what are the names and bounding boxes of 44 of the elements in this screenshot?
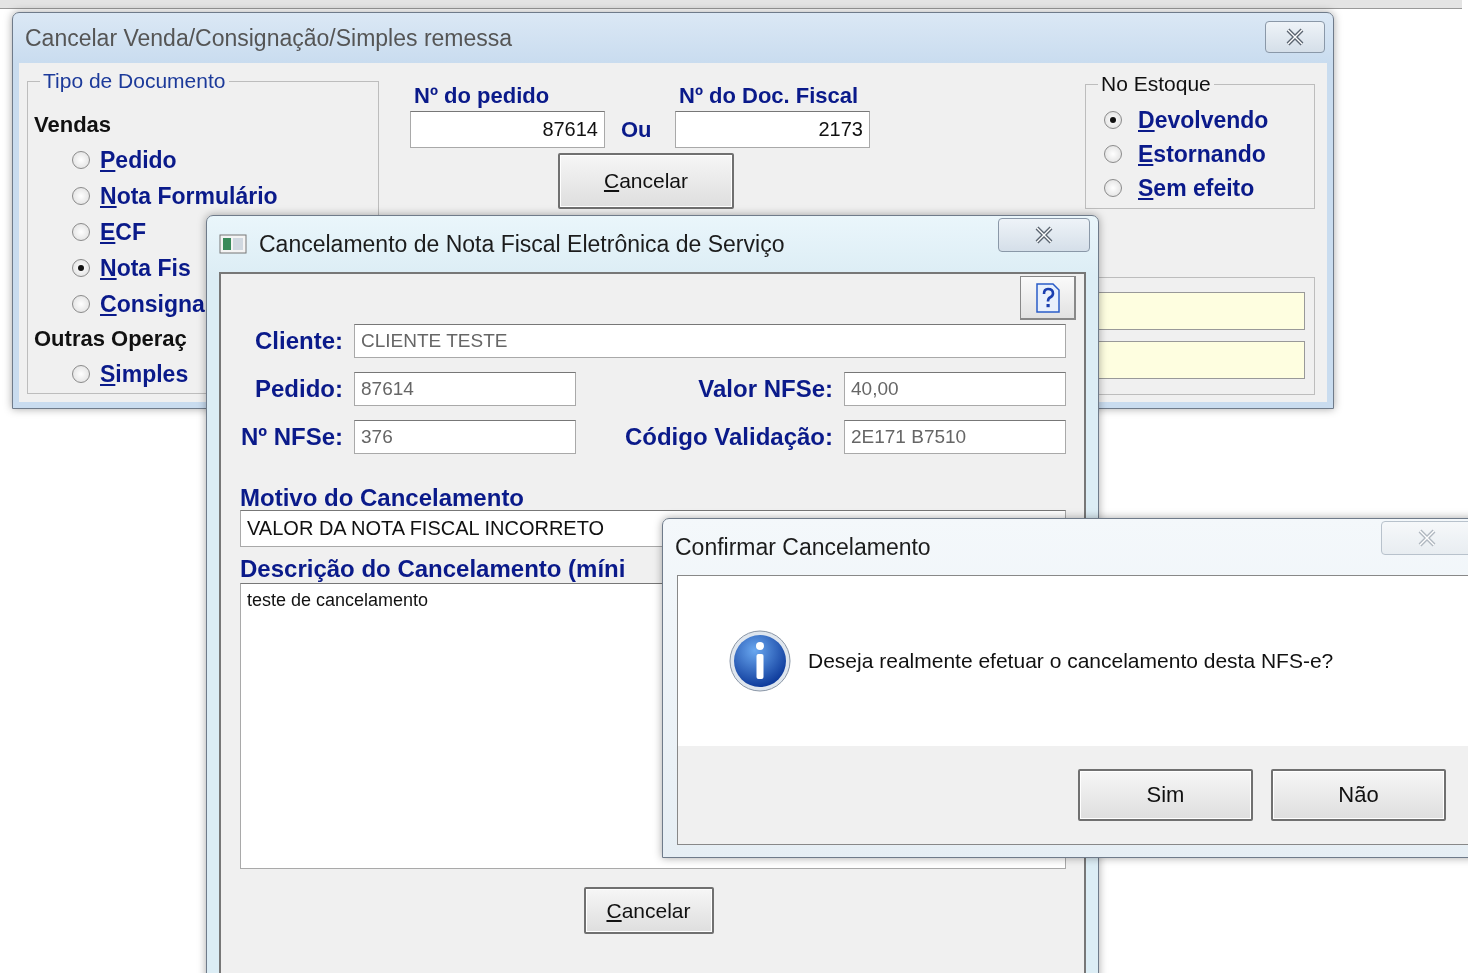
- close-button[interactable]: [998, 218, 1090, 252]
- field-label: Cliente:: [254, 327, 343, 355]
- radio-button[interactable]: [72, 295, 90, 313]
- radio-label[interactable]: Simples: [100, 360, 189, 388]
- radio-button[interactable]: [1104, 145, 1122, 163]
- radio-button[interactable]: [72, 151, 90, 169]
- field-label: Nº NFSe:: [239, 423, 343, 451]
- cancel-button[interactable]: Cancelar: [558, 153, 734, 209]
- radio-label[interactable]: Consigna: [100, 290, 205, 318]
- section-label: Descrição do Cancelamento (míni: [240, 555, 627, 581]
- dialog-button[interactable]: Sim: [1078, 769, 1253, 821]
- radio-label[interactable]: Nota Fis: [100, 254, 191, 282]
- radio-label[interactable]: Sem efeito: [1138, 174, 1255, 202]
- section-label: Motivo do Cancelamento: [240, 484, 526, 510]
- radio-button[interactable]: [72, 223, 90, 241]
- radio-button[interactable]: [72, 365, 90, 383]
- info-icon: [728, 629, 792, 693]
- input-field[interactable]: 2173: [675, 111, 870, 148]
- radio-button[interactable]: [1104, 179, 1122, 197]
- field-label: Código Validação:: [623, 423, 833, 451]
- section-heading: Outras Operaç: [34, 325, 187, 353]
- radio-button[interactable]: [72, 187, 90, 205]
- field-label: Valor NFSe:: [697, 375, 833, 403]
- help-icon: [1034, 282, 1061, 313]
- dialog-button[interactable]: Não: [1271, 769, 1446, 821]
- window-title: Cancelar Venda/Consignação/Simples remessa: [25, 24, 514, 52]
- window-icon: [219, 233, 247, 255]
- radio-label[interactable]: Devolvendo: [1138, 106, 1269, 134]
- field-label: Nº do Doc. Fiscal: [679, 83, 860, 110]
- radio-label[interactable]: Pedido: [100, 146, 177, 174]
- radio-label[interactable]: ECF: [100, 218, 146, 246]
- cancel-button[interactable]: Cancelar: [583, 887, 714, 934]
- help-button[interactable]: [1020, 276, 1076, 320]
- radio-button[interactable]: [1104, 111, 1122, 129]
- radio-label[interactable]: Estornando: [1138, 140, 1266, 168]
- close-button[interactable]: [1265, 21, 1325, 53]
- radio-button[interactable]: [72, 259, 90, 277]
- window-title: Cancelamento de Nota Fiscal Eletrônica de Serviço: [259, 230, 786, 258]
- input-field[interactable]: 87614: [410, 111, 605, 148]
- field-label: Nº do pedido: [414, 83, 551, 110]
- or-label: Ou: [620, 115, 653, 144]
- radio-label[interactable]: Nota Formulário: [100, 182, 278, 210]
- section-heading: Vendas: [34, 111, 112, 139]
- field-label: Pedido:: [254, 375, 343, 403]
